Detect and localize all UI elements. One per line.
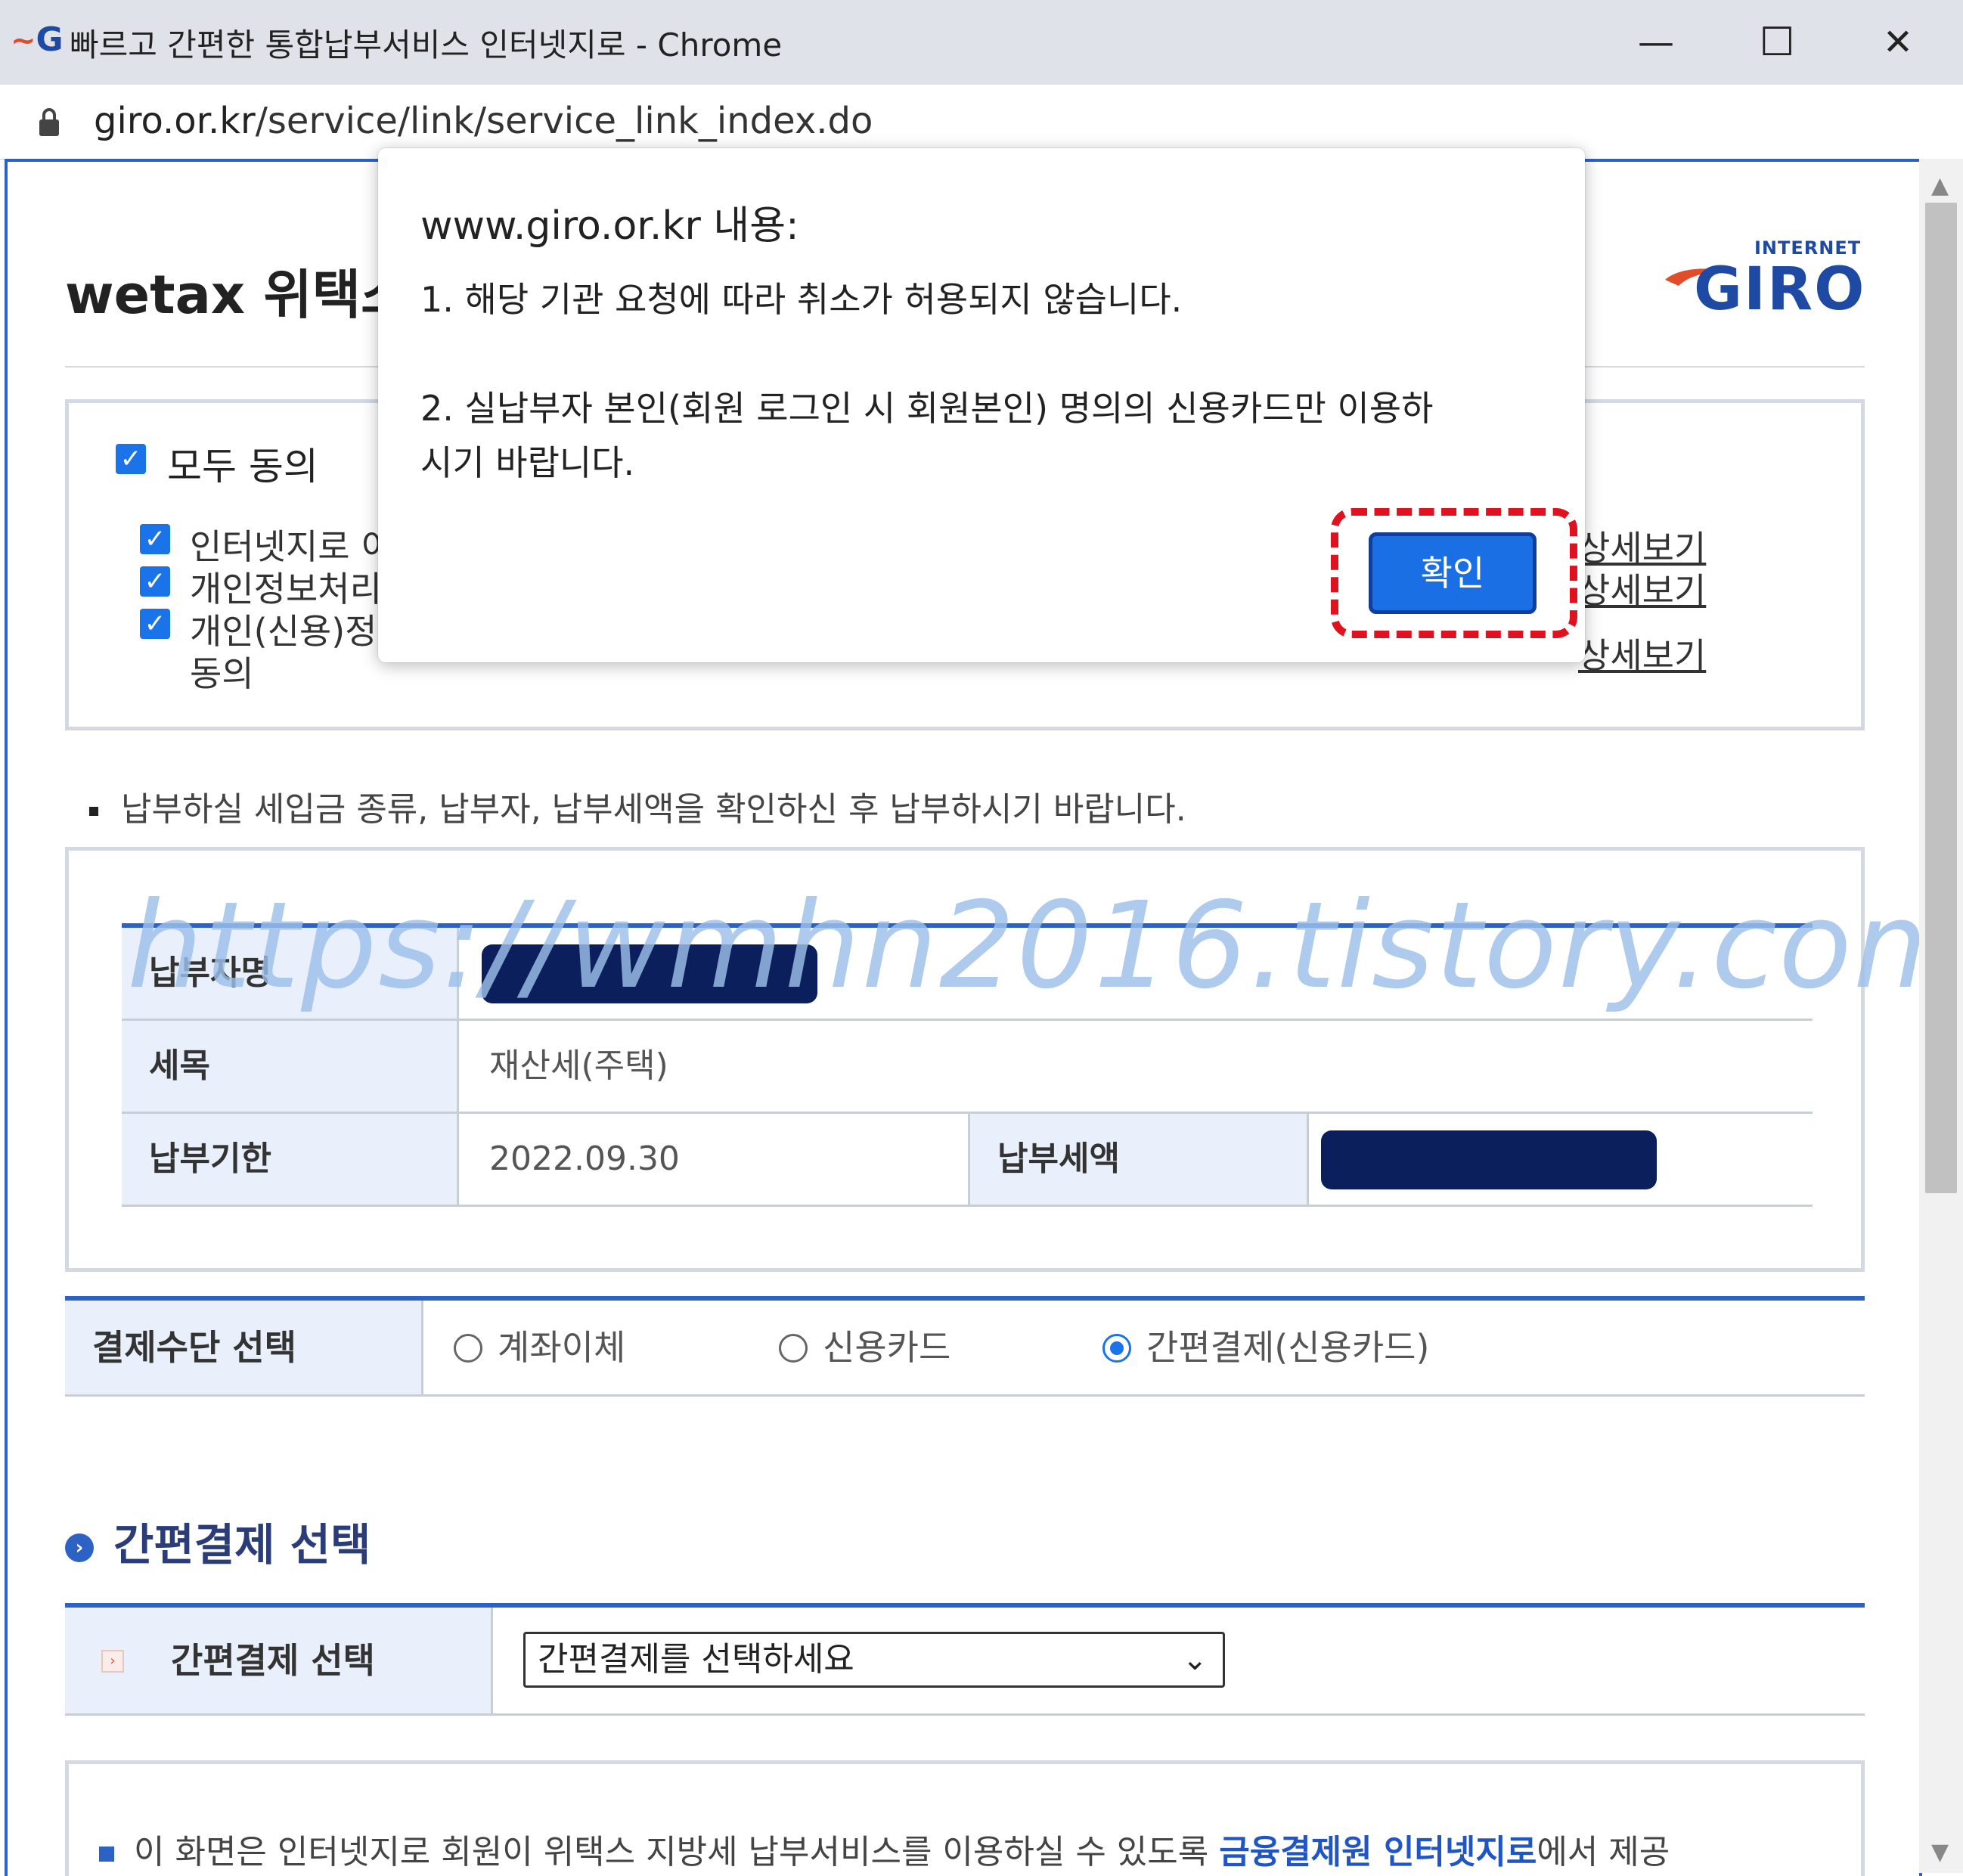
payment-method-header: 결제수단 선택 — [65, 1301, 423, 1394]
footer-text: 이 화면은 인터넷지로 회원이 위택스 지방세 납부서비스를 이용하실 수 있도… — [99, 1825, 1670, 1873]
chevron-down-icon: ⌄ — [1182, 1642, 1208, 1677]
payment-method-table: 결제수단 선택 계좌이체 신용카드 간편결제(신용카드) — [65, 1296, 1865, 1397]
due-date-value: 2022.09.30 — [459, 1114, 970, 1205]
agree-item-checkbox[interactable]: ✓ — [140, 609, 170, 639]
chevron-right-icon: › — [65, 1533, 94, 1562]
agree-all-label: 모두 동의 — [167, 445, 318, 488]
window-titlebar: ~G 빠르고 간편한 통합납부서비스 인터넷지로 - Chrome — ☐ ✕ — [0, 0, 1963, 85]
footer-notice-box: 이 화면은 인터넷지로 회원이 위택스 지방세 납부서비스를 이용하실 수 있도… — [65, 1760, 1865, 1876]
radio-label[interactable]: 계좌이체 — [498, 1301, 625, 1394]
scrollbar[interactable]: ▲ ▼ — [1919, 159, 1963, 1873]
ok-button[interactable]: 확인 — [1369, 532, 1537, 614]
maximize-icon[interactable]: ☐ — [1747, 15, 1807, 70]
due-date-header: 납부기한 — [122, 1114, 459, 1205]
radio-bank-transfer[interactable] — [454, 1334, 482, 1363]
detail-link[interactable]: 상세보기 — [1578, 628, 1706, 678]
giro-favicon-icon: ~G — [11, 20, 64, 59]
giro-logo: INTERNET GIRO — [1664, 237, 1868, 324]
detail-link[interactable]: 상세보기 — [1578, 563, 1706, 613]
page-title: wetax 위택스 — [65, 264, 410, 326]
close-icon[interactable]: ✕ — [1868, 15, 1928, 70]
easy-pay-table: 간편결제 선택 › 간편결제를 선택하세요 ⌄ — [65, 1603, 1865, 1716]
footer-highlight[interactable]: 금융결제원 인터넷지로 — [1219, 1833, 1537, 1871]
notice-text: 납부하실 세입금 종류, 납부자, 납부세액을 확인하신 후 납부하시기 바랍니… — [89, 782, 1186, 830]
tax-amount-redacted — [1321, 1130, 1657, 1189]
dialog-title: www.giro.or.kr 내용: — [420, 203, 799, 249]
url-text[interactable]: giro.or.kr/service/link/service_link_ind… — [94, 100, 873, 142]
radio-credit-card[interactable] — [779, 1334, 808, 1363]
easy-pay-header: 간편결제 선택 — [65, 1608, 493, 1713]
tax-item-value: 재산세(주택) — [489, 1047, 668, 1085]
scroll-thumb[interactable] — [1925, 203, 1957, 1193]
tax-amount-header: 납부세액 — [970, 1114, 1309, 1205]
easy-pay-select[interactable]: 간편결제를 선택하세요 ⌄ — [523, 1632, 1225, 1688]
table-row: 세목 재산세(주택) — [122, 1021, 1813, 1114]
agree-all-checkbox[interactable]: ✓ — [116, 444, 146, 474]
radio-label[interactable]: 간편결제(신용카드) — [1146, 1301, 1429, 1394]
window-title: 빠르고 간편한 통합납부서비스 인터넷지로 - Chrome — [70, 26, 783, 64]
scroll-up-icon[interactable]: ▲ — [1931, 172, 1949, 199]
agree-item-label-cont: 동의 — [190, 653, 254, 694]
section-title: › 간편결제 선택 — [65, 1509, 371, 1573]
lock-icon — [39, 108, 59, 136]
watermark: https://wmhn2016.tistory.com — [127, 876, 1922, 1016]
arrow-right-icon: › — [101, 1650, 124, 1673]
agree-item-checkbox[interactable]: ✓ — [140, 566, 170, 597]
minimize-icon[interactable]: — — [1626, 15, 1686, 70]
scroll-down-icon[interactable]: ▼ — [1931, 1839, 1949, 1865]
tax-item-header: 세목 — [122, 1021, 459, 1112]
table-row: 납부기한 2022.09.30 납부세액 — [122, 1114, 1813, 1207]
agree-item-checkbox[interactable]: ✓ — [140, 524, 170, 554]
radio-label[interactable]: 신용카드 — [823, 1301, 950, 1394]
alert-dialog: www.giro.or.kr 내용: 1. 해당 기관 요청에 따라 취소가 허… — [378, 148, 1585, 662]
radio-easy-pay[interactable] — [1102, 1334, 1131, 1363]
dialog-message: 1. 해당 기관 요청에 따라 취소가 허용되지 않습니다. 2. 실납부자 본… — [420, 279, 1434, 483]
